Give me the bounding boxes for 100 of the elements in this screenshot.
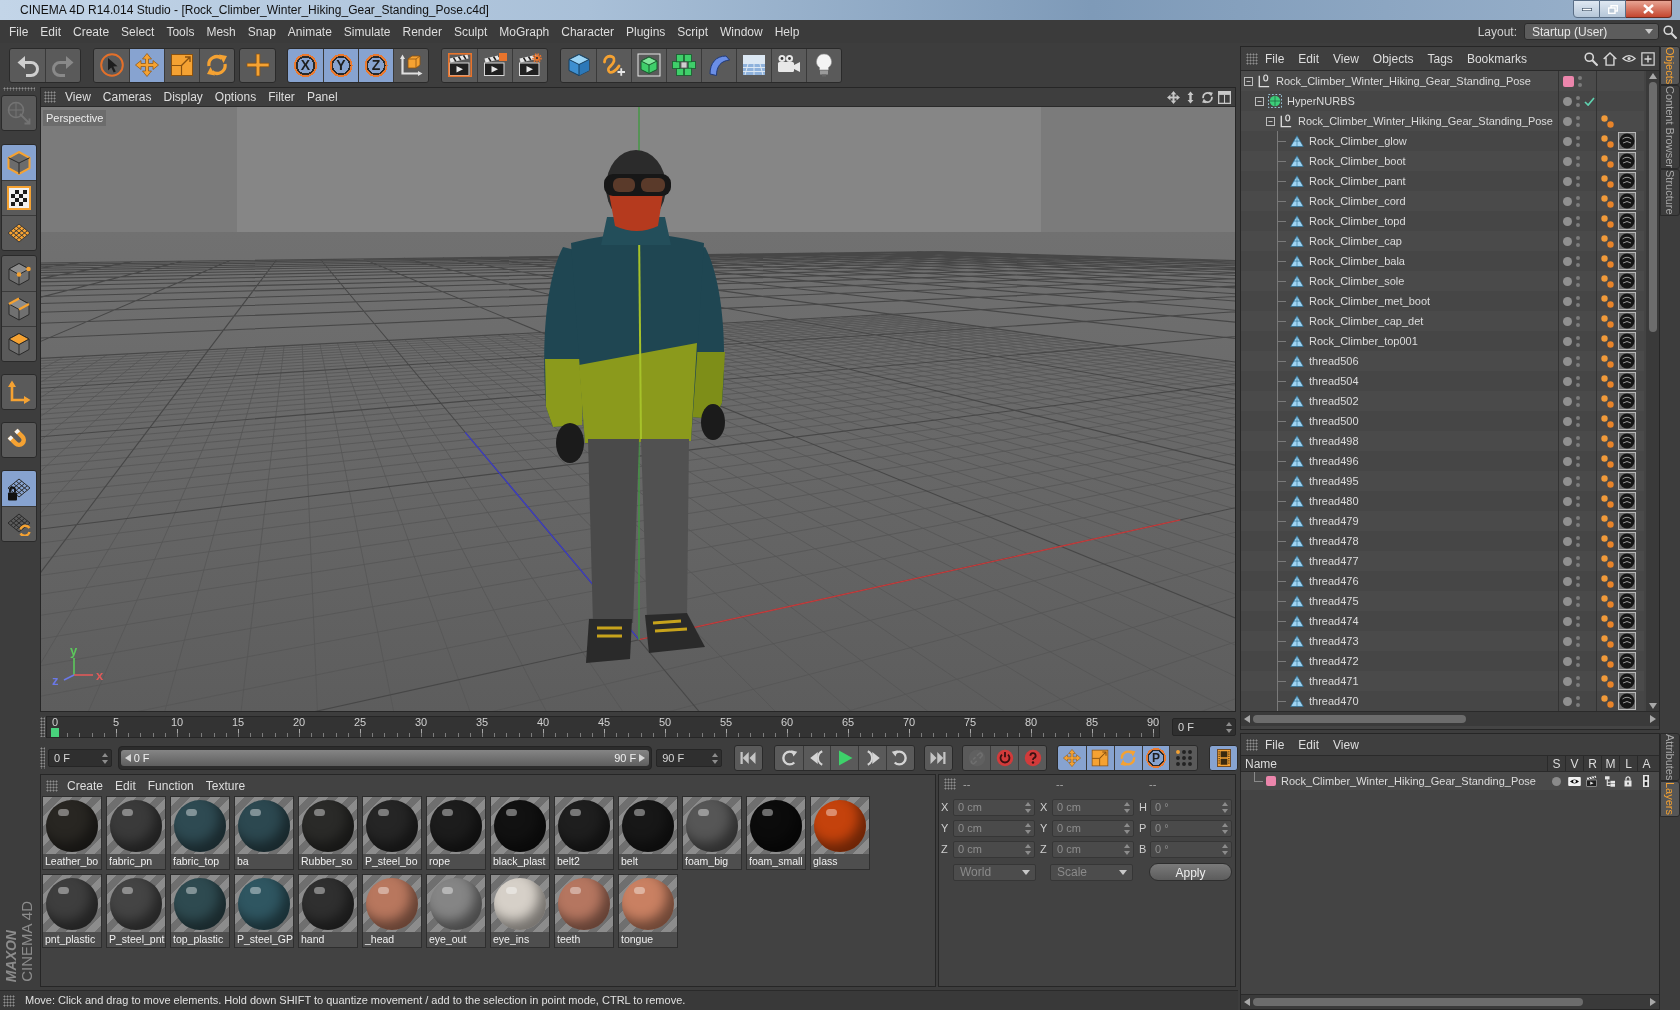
menu-item[interactable]: View bbox=[1326, 49, 1366, 68]
dot-icon[interactable] bbox=[1563, 556, 1572, 566]
material-tile[interactable]: tongue bbox=[618, 874, 678, 948]
dots-tag-icon[interactable] bbox=[1601, 174, 1614, 188]
dot-icon[interactable] bbox=[1551, 776, 1561, 786]
scroll-right-icon[interactable] bbox=[1650, 715, 1656, 723]
material-tile[interactable]: rope bbox=[426, 796, 486, 870]
axis-lock-button[interactable]: Y bbox=[323, 48, 358, 82]
menu-item[interactable]: Snap bbox=[241, 22, 282, 41]
material-tag-icon[interactable] bbox=[1618, 432, 1636, 450]
material-tag-icon[interactable] bbox=[1618, 532, 1636, 550]
material-tag-icon[interactable] bbox=[1618, 132, 1636, 150]
edges-mode-button[interactable] bbox=[2, 291, 36, 326]
menu-item[interactable]: Edit bbox=[1291, 735, 1327, 754]
side-tab[interactable]: Content Browser bbox=[1660, 85, 1680, 170]
lock-icon[interactable] bbox=[1624, 775, 1632, 787]
stacked-dots-icon[interactable] bbox=[1576, 335, 1580, 347]
dots-tag-icon[interactable] bbox=[1601, 234, 1614, 248]
menu-item[interactable]: Render bbox=[396, 22, 448, 41]
grip-icon[interactable] bbox=[44, 91, 56, 103]
stacked-dots-icon[interactable] bbox=[1576, 615, 1580, 627]
dots-tag-icon[interactable] bbox=[1601, 354, 1614, 368]
dots-tag-icon[interactable] bbox=[1601, 334, 1614, 348]
dots-tag-icon[interactable] bbox=[1601, 474, 1614, 488]
timeline-ruler[interactable]: 0 5 10 15 20 25 30 35 40 45 50 55 60 65 70 75 80 85 90 bbox=[46, 716, 1160, 738]
home-icon[interactable] bbox=[1603, 51, 1617, 66]
object-name[interactable]: thread472 bbox=[1309, 652, 1359, 670]
dot-icon[interactable] bbox=[1563, 216, 1572, 226]
rotate-tool-button[interactable] bbox=[1113, 746, 1142, 770]
eye-icon[interactable] bbox=[1567, 776, 1581, 786]
material-tag-icon[interactable] bbox=[1618, 192, 1636, 210]
frame-field[interactable]: 0 F bbox=[1172, 718, 1236, 736]
stacked-dots-icon[interactable] bbox=[1576, 655, 1580, 667]
menu-item[interactable]: Display bbox=[157, 88, 209, 106]
scroll-thumb[interactable] bbox=[1253, 715, 1466, 723]
snap-button[interactable] bbox=[1, 422, 37, 458]
parameter-button[interactable]: P bbox=[1141, 746, 1170, 770]
material-tile[interactable]: ba bbox=[234, 796, 294, 870]
dot-icon[interactable] bbox=[1563, 136, 1572, 146]
subdivision-button[interactable] bbox=[631, 48, 666, 82]
play-button[interactable] bbox=[830, 746, 859, 770]
menu-item[interactable]: Tools bbox=[160, 22, 201, 41]
collapse-icon[interactable] bbox=[1244, 76, 1253, 86]
stacked-dots-icon[interactable] bbox=[1576, 115, 1580, 127]
model-mode-button[interactable] bbox=[2, 145, 36, 180]
axis-lock-button[interactable]: X bbox=[288, 48, 323, 82]
object-name[interactable]: thread496 bbox=[1309, 452, 1359, 470]
material-tile[interactable]: P_steel_pnt bbox=[106, 874, 166, 948]
axis-lock-button[interactable]: Z bbox=[358, 48, 393, 82]
end-frame-field[interactable]: 90 F bbox=[656, 749, 722, 767]
horizontal-scrollbar[interactable] bbox=[1241, 711, 1659, 726]
menu-item[interactable]: Bookmarks bbox=[1459, 49, 1534, 68]
material-tile[interactable]: black_plast bbox=[490, 796, 550, 870]
checkmark-icon[interactable] bbox=[1584, 96, 1595, 106]
material-tile[interactable]: belt2 bbox=[554, 796, 614, 870]
material-tile[interactable]: foam_big bbox=[682, 796, 742, 870]
stacked-dots-icon[interactable] bbox=[1576, 475, 1580, 487]
grip-icon[interactable] bbox=[40, 717, 45, 737]
dot-icon[interactable] bbox=[1563, 396, 1572, 406]
render-settings-button[interactable] bbox=[512, 48, 547, 82]
material-tag-icon[interactable] bbox=[1618, 552, 1636, 570]
material-tag-icon[interactable] bbox=[1618, 212, 1636, 230]
stacked-dots-icon[interactable] bbox=[1576, 675, 1580, 687]
stacked-dots-icon[interactable] bbox=[1576, 375, 1580, 387]
material-tag-icon[interactable] bbox=[1618, 312, 1636, 330]
dot-icon[interactable] bbox=[1563, 416, 1572, 426]
cloner-button[interactable] bbox=[666, 48, 701, 82]
film-strip-icon[interactable] bbox=[1643, 775, 1649, 787]
dots-tag-icon[interactable] bbox=[1601, 634, 1614, 648]
clapperboard-icon[interactable] bbox=[1586, 775, 1598, 787]
restore-button[interactable] bbox=[1600, 0, 1626, 18]
previous-key-button[interactable] bbox=[774, 746, 803, 770]
menu-item[interactable]: Select bbox=[115, 22, 161, 41]
dots-tag-icon[interactable] bbox=[1601, 214, 1614, 228]
layer-swatch-icon[interactable] bbox=[1563, 75, 1574, 87]
dots-tag-icon[interactable] bbox=[1601, 654, 1614, 668]
scroll-thumb[interactable] bbox=[1253, 998, 1583, 1006]
material-tile[interactable]: fabric_pn bbox=[106, 796, 166, 870]
menu-item[interactable]: Help bbox=[768, 22, 806, 41]
material-tag-icon[interactable] bbox=[1618, 652, 1636, 670]
menu-item[interactable]: File bbox=[3, 22, 35, 41]
menu-item[interactable]: Mesh bbox=[200, 22, 242, 41]
material-tag-icon[interactable] bbox=[1618, 392, 1636, 410]
menu-item[interactable]: Edit bbox=[109, 776, 142, 795]
menu-item[interactable]: View bbox=[1326, 735, 1366, 754]
dot-icon[interactable] bbox=[1563, 316, 1572, 326]
stacked-dots-icon[interactable] bbox=[1576, 295, 1580, 307]
dots-tag-icon[interactable] bbox=[1601, 134, 1614, 148]
stacked-dots-icon[interactable] bbox=[1576, 135, 1580, 147]
stacked-dots-icon[interactable] bbox=[1576, 555, 1580, 567]
menu-item[interactable]: Sculpt bbox=[447, 22, 494, 41]
stacked-dots-icon[interactable] bbox=[1576, 175, 1580, 187]
start-frame-field[interactable]: 0 F bbox=[48, 749, 112, 767]
dots-tag-icon[interactable] bbox=[1601, 254, 1614, 268]
record-button[interactable] bbox=[990, 746, 1019, 770]
material-tile[interactable]: top_plastic bbox=[170, 874, 230, 948]
dots-tag-icon[interactable] bbox=[1601, 374, 1614, 388]
material-tile[interactable]: foam_small bbox=[746, 796, 806, 870]
menu-item[interactable]: Panel bbox=[300, 88, 344, 106]
material-tile[interactable]: _head bbox=[362, 874, 422, 948]
